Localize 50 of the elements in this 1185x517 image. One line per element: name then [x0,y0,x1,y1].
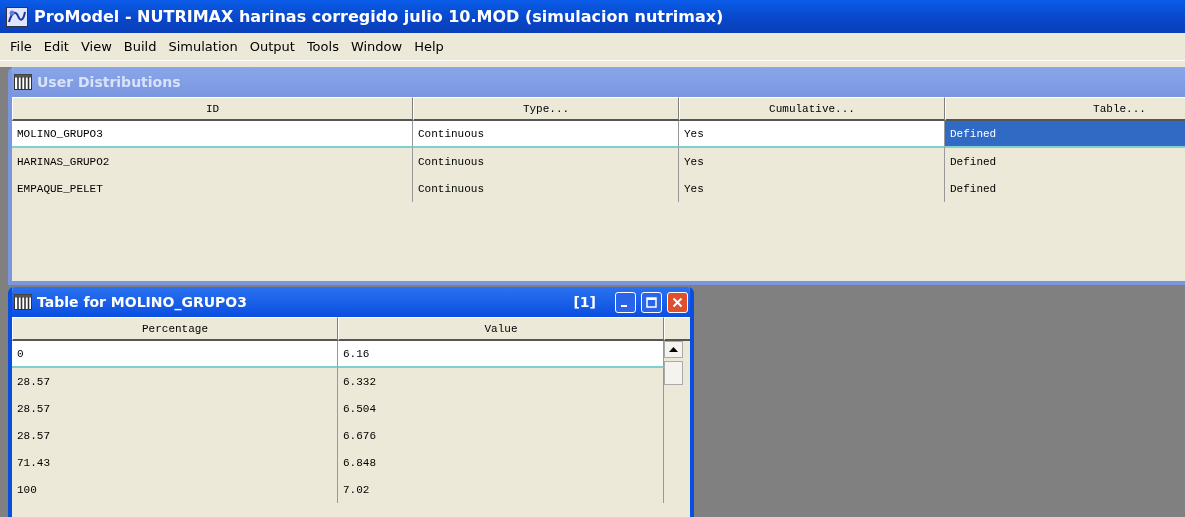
table-cell[interactable]: Defined [945,175,1185,202]
table-cell[interactable]: Continuous [413,148,679,175]
table-cell[interactable]: MOLINO_GRUPO3 [12,121,413,148]
app-logo-icon [6,6,28,27]
table-cell[interactable]: 28.57 [12,395,338,422]
column-header[interactable]: Type... [413,97,679,121]
menu-item[interactable]: View [74,39,118,54]
close-button[interactable] [667,291,688,313]
table-cell[interactable]: Yes [679,175,945,202]
menu-item[interactable]: Output [243,39,301,54]
menu-item[interactable]: Window [344,39,409,54]
table-cell[interactable]: Continuous [413,175,679,202]
table-cell[interactable]: 6.332 [338,368,664,395]
window-title: User Distributions [37,74,181,90]
menu-item[interactable]: File [4,39,38,54]
table-cell[interactable]: Yes [679,148,945,175]
menu-item[interactable]: Tools [300,39,345,54]
maximize-icon [646,296,657,308]
scroll-up-icon[interactable] [664,341,683,358]
table-cell[interactable]: 71.43 [12,449,338,476]
column-header[interactable]: Cumulative... [679,97,945,121]
table-cell[interactable]: EMPAQUE_PELET [12,175,413,202]
minimize-icon [620,305,627,307]
table-icon [14,294,32,310]
column-header[interactable]: Value [338,317,664,341]
table-cell[interactable]: Defined [945,148,1185,175]
table-cell[interactable]: 28.57 [12,422,338,449]
window-index: [1] [573,294,596,310]
menu-item[interactable]: Edit [37,39,75,54]
table-cell[interactable]: Defined [945,121,1185,148]
window-title: ProModel - NUTRIMAX harinas corregido julio 10.MOD (simulacion nutrimax) [34,7,724,26]
table-cell[interactable]: HARINAS_GRUPO2 [12,148,413,175]
menu-item[interactable]: Help [408,39,450,54]
table-cell[interactable]: 28.57 [12,368,338,395]
table-cell[interactable]: Yes [679,121,945,148]
maximize-button[interactable] [641,291,662,313]
column-header[interactable]: Table... [945,97,1185,121]
column-header[interactable]: ID [12,97,413,121]
table-cell[interactable]: 100 [12,476,338,503]
minimize-button[interactable] [615,291,636,313]
scroll-thumb[interactable] [664,361,683,385]
column-header[interactable]: Percentage [12,317,338,341]
table-cell[interactable]: 6.16 [338,341,664,368]
window-title: Table for MOLINO_GRUPO3 [37,294,247,310]
table-cell[interactable]: Continuous [413,121,679,148]
menu-item[interactable]: Simulation [162,39,244,54]
close-icon [672,296,683,308]
table-cell[interactable]: 0 [12,341,338,368]
menu-item[interactable]: Build [117,39,163,54]
table-icon [14,74,32,90]
